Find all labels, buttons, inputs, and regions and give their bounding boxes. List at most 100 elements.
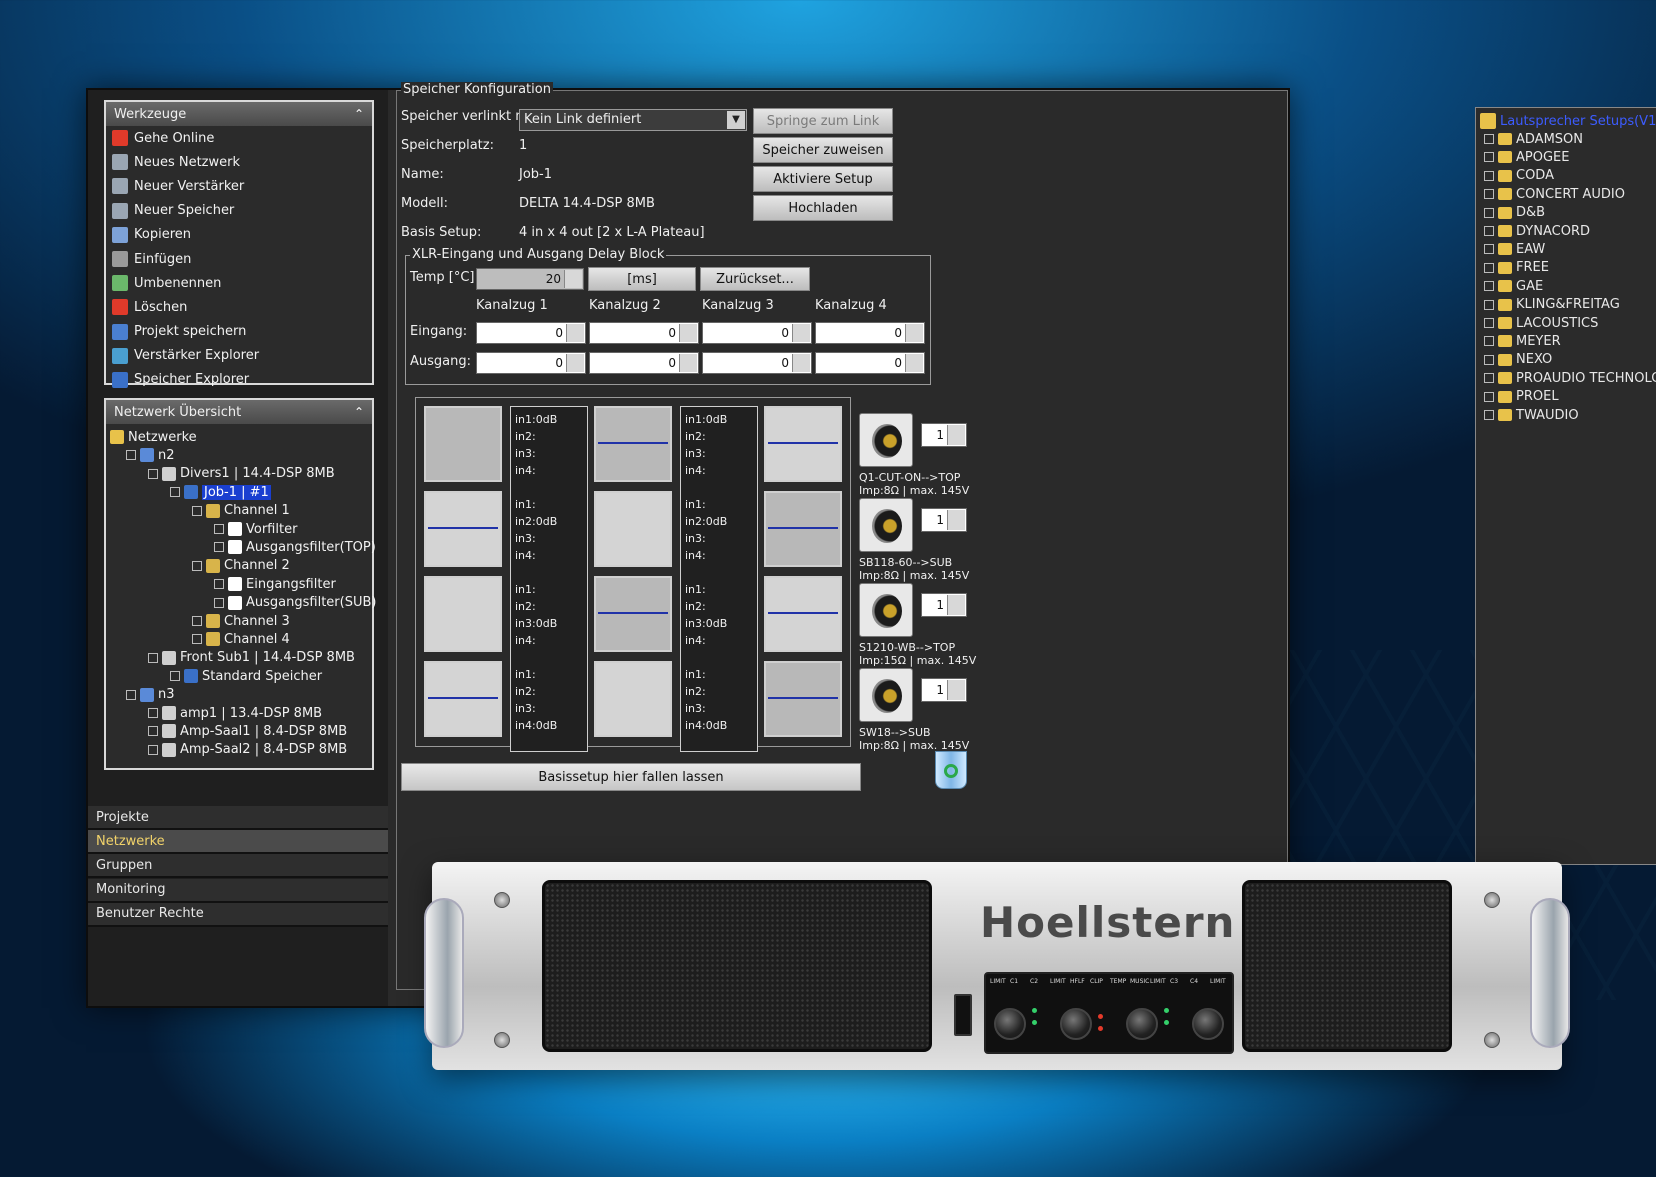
input-delay-field[interactable]: 0 bbox=[815, 322, 925, 344]
setups-root[interactable]: Lautsprecher Setups(V1.0) bbox=[1480, 112, 1656, 130]
drop-basis-setup-zone[interactable]: Basissetup hier fallen lassen bbox=[401, 763, 861, 791]
expander-icon[interactable] bbox=[192, 616, 202, 626]
setup-folder[interactable]: PROEL bbox=[1484, 388, 1559, 406]
unit-ms-button[interactable]: [ms] bbox=[588, 267, 696, 291]
tool-online[interactable]: Gehe Online bbox=[106, 126, 372, 150]
chevron-down-icon[interactable]: ▼ bbox=[727, 111, 745, 129]
expander-icon[interactable] bbox=[148, 652, 158, 663]
spinner-icon[interactable] bbox=[947, 595, 965, 615]
tree-node[interactable]: Eingangsfilter bbox=[214, 575, 336, 593]
collapse-icon[interactable]: ⌃ bbox=[354, 405, 364, 419]
speaker-count-field[interactable]: 1 bbox=[921, 678, 967, 702]
output-delay-field[interactable]: 0 bbox=[476, 352, 586, 374]
expander-icon[interactable] bbox=[1484, 244, 1494, 255]
tree-node[interactable]: Netzwerke bbox=[110, 428, 197, 446]
nav-netzwerke[interactable]: Netzwerke bbox=[88, 830, 388, 855]
speaker-count-field[interactable]: 1 bbox=[921, 508, 967, 532]
input-delay-field[interactable]: 0 bbox=[702, 322, 812, 344]
expander-icon[interactable] bbox=[1484, 336, 1494, 347]
nav-gruppen[interactable]: Gruppen bbox=[88, 854, 388, 879]
link-select[interactable]: Kein Link definiert ▼ bbox=[519, 109, 747, 131]
expander-icon[interactable] bbox=[1484, 318, 1494, 328]
tree-node[interactable]: Amp-Saal2 | 8.4-DSP 8MB bbox=[148, 741, 347, 759]
tree-node[interactable]: amp1 | 13.4-DSP 8MB bbox=[148, 704, 322, 722]
setup-folder[interactable]: KLING&FREITAG bbox=[1484, 296, 1620, 314]
filter-block[interactable] bbox=[594, 661, 672, 737]
tool-save[interactable]: Projekt speichern bbox=[106, 320, 372, 344]
expander-icon[interactable] bbox=[148, 744, 158, 755]
tree-node[interactable]: Standard Speicher bbox=[170, 667, 322, 685]
spinner-icon[interactable] bbox=[905, 324, 923, 342]
setup-folder[interactable]: APOGEE bbox=[1484, 148, 1569, 166]
upload-button[interactable]: Hochladen bbox=[753, 195, 893, 221]
tool-copy[interactable]: Kopieren bbox=[106, 223, 372, 247]
setup-folder[interactable]: GAE bbox=[1484, 277, 1543, 295]
expander-icon[interactable] bbox=[214, 579, 224, 590]
filter-block[interactable] bbox=[424, 491, 502, 567]
output-delay-field[interactable]: 0 bbox=[815, 352, 925, 374]
assign-memory-button[interactable]: Speicher zuweisen bbox=[753, 137, 893, 163]
expander-icon[interactable] bbox=[1484, 299, 1494, 310]
setup-folder[interactable]: CONCERT AUDIO bbox=[1484, 185, 1625, 203]
spinner-icon[interactable] bbox=[679, 324, 697, 342]
nav-monitoring[interactable]: Monitoring bbox=[88, 878, 388, 903]
expander-icon[interactable] bbox=[214, 524, 224, 534]
speaker-icon[interactable] bbox=[859, 498, 913, 552]
spinner-icon[interactable] bbox=[566, 354, 584, 372]
expander-icon[interactable] bbox=[1484, 152, 1494, 163]
tree-node[interactable]: Channel 1 bbox=[192, 502, 290, 520]
filter-block[interactable] bbox=[594, 491, 672, 567]
spinner-icon[interactable] bbox=[947, 680, 965, 700]
tree-node[interactable]: Channel 4 bbox=[192, 630, 290, 648]
tool-paste[interactable]: Einfügen bbox=[106, 247, 372, 271]
input-delay-field[interactable]: 0 bbox=[476, 322, 586, 344]
expander-icon[interactable] bbox=[1484, 207, 1494, 218]
tool-memory-explorer[interactable]: Speicher Explorer bbox=[106, 368, 372, 392]
jump-link-button[interactable]: Springe zum Link bbox=[753, 108, 893, 134]
spinner-icon[interactable] bbox=[566, 324, 584, 342]
nav-projekte[interactable]: Projekte bbox=[88, 806, 388, 830]
expander-icon[interactable] bbox=[214, 542, 224, 553]
expander-icon[interactable] bbox=[148, 726, 158, 737]
speaker-count-field[interactable]: 1 bbox=[921, 593, 967, 617]
activate-setup-button[interactable]: Aktiviere Setup bbox=[753, 166, 893, 192]
collapse-icon[interactable]: ⌃ bbox=[354, 107, 364, 121]
expander-icon[interactable] bbox=[1484, 262, 1494, 273]
setup-folder[interactable]: ADAMSON bbox=[1484, 130, 1583, 148]
speaker-icon[interactable] bbox=[859, 413, 913, 467]
setup-folder[interactable]: TWAUDIO bbox=[1484, 406, 1579, 424]
nav-benutzer-rechte[interactable]: Benutzer Rechte bbox=[88, 902, 388, 927]
spinner-icon[interactable] bbox=[564, 270, 582, 288]
tool-memory[interactable]: Neuer Speicher bbox=[106, 199, 372, 223]
tree-node[interactable]: Divers1 | 14.4-DSP 8MB bbox=[148, 465, 335, 483]
spinner-icon[interactable] bbox=[792, 354, 810, 372]
filter-block[interactable] bbox=[424, 576, 502, 652]
temp-input[interactable]: 20 bbox=[476, 268, 584, 290]
filter-block[interactable] bbox=[764, 406, 842, 482]
expander-icon[interactable] bbox=[192, 560, 202, 571]
tree-node[interactable]: Job-1 | #1 bbox=[170, 483, 271, 501]
expander-icon[interactable] bbox=[192, 505, 202, 516]
spinner-icon[interactable] bbox=[947, 425, 965, 445]
expander-icon[interactable] bbox=[1484, 391, 1494, 402]
expander-icon[interactable] bbox=[1484, 373, 1494, 384]
setup-folder[interactable]: DYNACORD bbox=[1484, 222, 1590, 240]
filter-block[interactable] bbox=[764, 491, 842, 567]
output-delay-field[interactable]: 0 bbox=[589, 352, 699, 374]
setup-folder[interactable]: EAW bbox=[1484, 240, 1545, 258]
tree-node[interactable]: Channel 3 bbox=[192, 612, 290, 630]
filter-block[interactable] bbox=[764, 661, 842, 737]
setup-folder[interactable]: PROAUDIO TECHNOLOGY bbox=[1484, 369, 1656, 387]
tree-node[interactable]: Channel 2 bbox=[192, 557, 290, 575]
filter-block[interactable] bbox=[424, 661, 502, 737]
expander-icon[interactable] bbox=[1484, 170, 1494, 181]
filter-block[interactable] bbox=[594, 406, 672, 482]
spinner-icon[interactable] bbox=[792, 324, 810, 342]
filter-block[interactable] bbox=[424, 406, 502, 482]
expander-icon[interactable] bbox=[1484, 354, 1494, 365]
output-delay-field[interactable]: 0 bbox=[702, 352, 812, 374]
speaker-icon[interactable] bbox=[859, 583, 913, 637]
tool-network[interactable]: Neues Netzwerk bbox=[106, 150, 372, 174]
expander-icon[interactable] bbox=[148, 708, 158, 718]
tree-node[interactable]: Ausgangsfilter(TOP) bbox=[214, 538, 376, 556]
